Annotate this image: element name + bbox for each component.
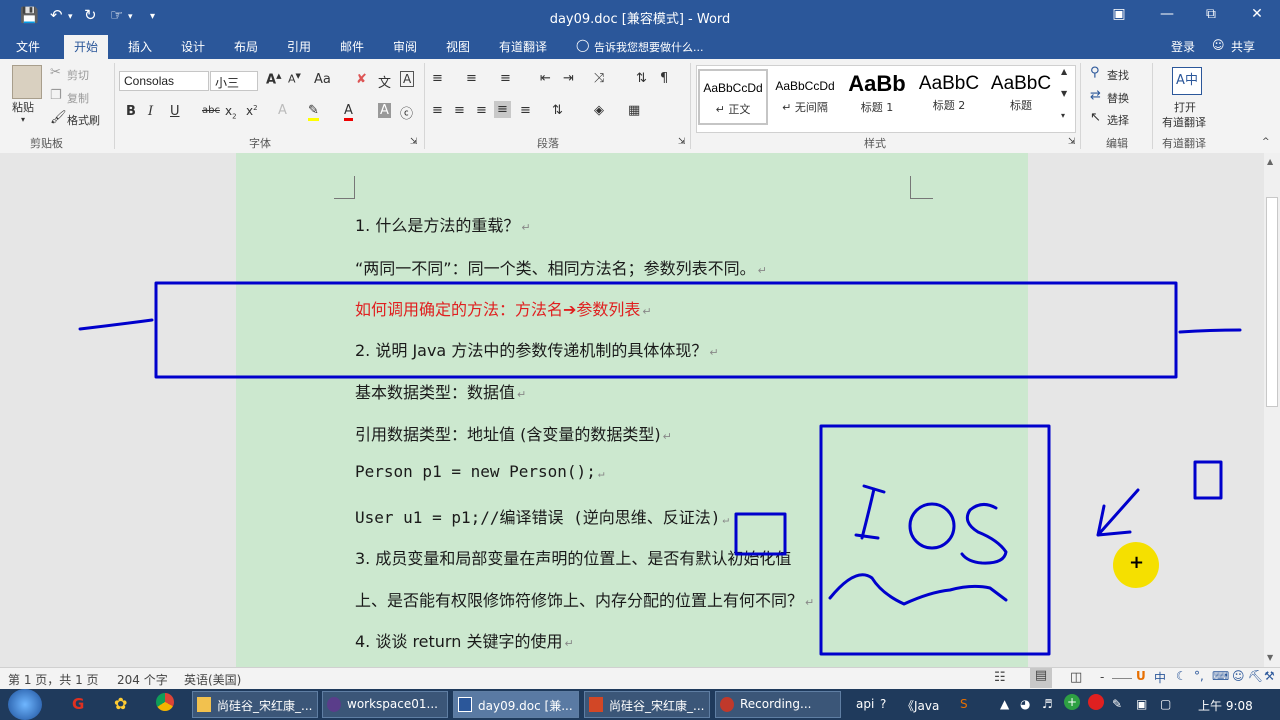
zoom-out-icon[interactable]: - [1100,670,1104,684]
app-red-icon[interactable]: G [72,695,84,713]
wrench-icon[interactable]: ⚒ [1264,669,1275,683]
folder-icon [197,697,211,712]
tray-help-icon[interactable]: ? [880,697,886,711]
scrollbar-thumb[interactable] [1266,197,1278,407]
annotation-letter-O [908,502,956,550]
tray-api-label[interactable]: api [856,697,874,711]
taskbar: G ✿ 尚硅谷_宋红康_... workspace01... day09.doc… [0,689,1280,720]
tray-network-icon[interactable]: ◕ [1020,697,1030,711]
annotation-box-tiny [1193,460,1223,500]
status-bar: 第 1 页，共 1 页 204 个字 英语(美国) ☷ ▤ ◫ - + [0,667,1280,690]
user-icon[interactable]: ☺ [1232,669,1245,683]
taskbar-item-recording[interactable]: Recording... [715,691,841,718]
tray-green-icon[interactable]: + [1064,694,1080,710]
word-count[interactable]: 204 个字 [117,671,168,688]
taskbar-item-eclipse[interactable]: workspace01... [322,691,448,718]
vertical-scrollbar[interactable]: ▲ ▼ [1264,153,1280,667]
annotation-line-right [1178,328,1242,334]
tray-monitor-icon[interactable]: ▣ [1136,697,1147,711]
annotation-box-small [734,512,787,556]
powerpoint-icon [589,697,603,712]
keyboard-icon[interactable]: ⌨ [1212,669,1229,683]
eclipse-icon [327,697,341,712]
language-indicator[interactable]: 英语(美国) [184,671,241,688]
clock[interactable]: 上午 9:08 [1198,697,1253,714]
annotation-box-right [819,424,1051,656]
annotation-box-large [154,281,1178,379]
moon-icon[interactable]: ☾ [1176,669,1187,683]
tray-s-icon[interactable]: S [960,697,968,711]
web-layout-icon[interactable]: ◫ [1070,670,1082,685]
chrome-icon[interactable] [156,693,174,711]
start-button[interactable] [8,689,42,720]
word-icon [458,697,472,712]
pen-annotations [78,281,1242,656]
taskbar-item-powerpoint[interactable]: 尚硅谷_宋红康_... [584,691,710,718]
annotation-letter-S [960,503,1008,565]
annotation-arrow [1096,488,1140,537]
app-pinwheel-icon[interactable]: ✿ [114,694,127,713]
skin-icon[interactable]: ⛏ [1248,669,1263,683]
tray-expand-icon[interactable]: ▲ [1000,697,1009,711]
scroll-down-icon[interactable]: ▼ [1267,653,1273,662]
punct-icon[interactable]: °, [1194,669,1204,683]
ime-mode[interactable]: 中 [1154,669,1166,686]
scroll-up-icon[interactable]: ▲ [1267,157,1273,166]
read-mode-icon[interactable]: ☷ [994,670,1006,685]
ime-toolbar: U 中 ☾ °, ⌨ ☺ ⛏ ⚒ [1132,668,1280,688]
annotation-letter-I [854,484,886,540]
tray-volume-icon[interactable]: ♬ [1042,697,1053,711]
annotation-squiggle [828,573,1008,606]
tray-java-label[interactable]: 《Java [902,697,939,714]
page-count[interactable]: 第 1 页，共 1 页 [8,671,99,688]
taskbar-item-word[interactable]: day09.doc [兼... [453,691,579,718]
ime-logo-icon[interactable]: U [1136,669,1146,683]
tray-record-icon[interactable] [1088,694,1104,710]
taskbar-item-folder[interactable]: 尚硅谷_宋红康_... [192,691,318,718]
crosshair-cursor-icon: + [1129,552,1145,573]
annotation-line-left [78,318,154,331]
recording-icon [720,697,734,712]
tray-window-icon[interactable]: ▢ [1160,697,1171,711]
tray-pen-icon[interactable]: ✎ [1112,697,1122,711]
print-layout-icon[interactable]: ▤ [1030,668,1052,688]
